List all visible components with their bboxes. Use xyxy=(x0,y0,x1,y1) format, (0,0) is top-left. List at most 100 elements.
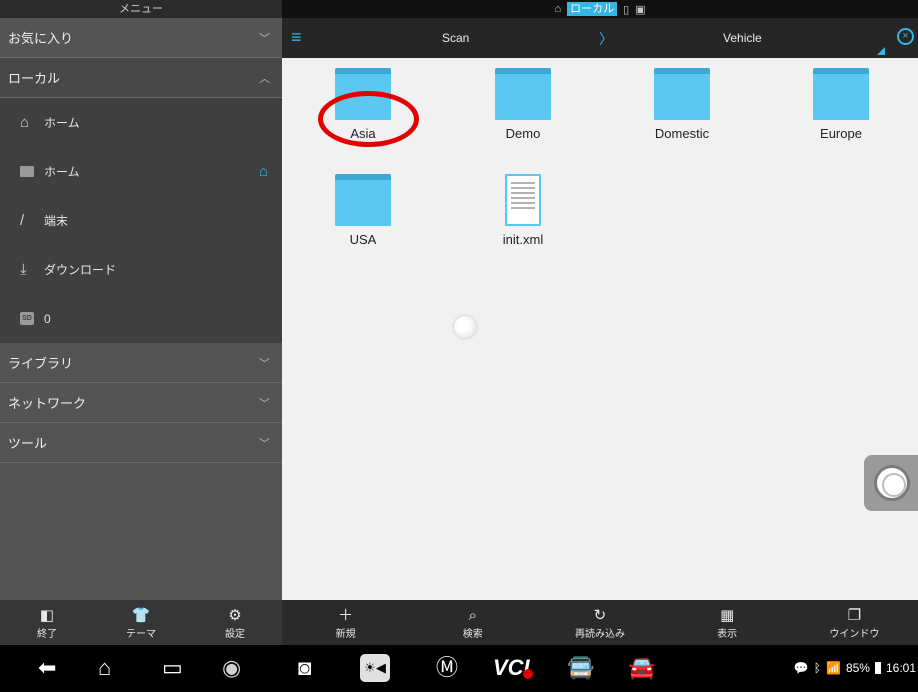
sidebar-item-label: 0 xyxy=(44,311,51,326)
chevron-down-icon: ﹀ xyxy=(259,32,270,45)
home-icon[interactable]: ⌂ xyxy=(98,653,111,683)
local-items: ⌂ ホーム ホーム ⌂ / 端末 ⤓ ダウンロード SD 0 xyxy=(0,98,282,343)
view-button[interactable]: ▦ 表示 xyxy=(697,606,757,640)
close-circle-icon[interactable]: × xyxy=(897,28,914,45)
breadcrumb-scan[interactable]: Scan xyxy=(442,31,469,45)
download-icon: ⤓ xyxy=(20,261,27,278)
new-button[interactable]: ＋ 新規 xyxy=(316,606,376,640)
refresh-icon: ↻ xyxy=(593,606,607,624)
brightness-volume-icon[interactable]: ☀◀ xyxy=(360,654,390,682)
chevron-up-icon: ︿ xyxy=(259,72,270,85)
folder-icon xyxy=(335,174,391,226)
file-name: Europe xyxy=(820,126,862,141)
file-name: init.xml xyxy=(502,232,544,247)
vci-disconnected-icon xyxy=(523,669,533,679)
vehicle-user-icon[interactable]: 🚘 xyxy=(628,653,655,683)
system-nav-bar: ⬅ ⌂ ▭ ◉ ◙ ☀◀ Ⓜ VCI 🚍 🚘 💬 ᛒ 📶 85% 16:01 xyxy=(0,645,918,692)
chevron-down-icon: ﹀ xyxy=(259,397,270,410)
bus-icon[interactable]: 🚍 xyxy=(567,653,594,683)
system-status: 💬 ᛒ 📶 85% 16:01 xyxy=(794,661,916,675)
grid-icon: ▦ xyxy=(720,606,735,624)
recent-apps-icon[interactable]: ▭ xyxy=(162,653,183,683)
chrome-icon[interactable]: ◉ xyxy=(222,653,241,683)
sidebar-item-home[interactable]: ⌂ ホーム xyxy=(0,98,282,147)
sidebar-section-tools[interactable]: ツール ﹀ xyxy=(0,423,282,463)
sidebar-title: メニュー xyxy=(0,0,282,18)
folder-item-demo[interactable]: Demo xyxy=(468,68,578,141)
plus-icon: ＋ xyxy=(338,606,354,624)
file-name: Demo xyxy=(505,126,541,141)
window-button[interactable]: ❐ ウインドウ xyxy=(824,606,884,640)
sidebar-item-sd[interactable]: SD 0 xyxy=(0,294,282,343)
sidebar-item-device[interactable]: / 端末 xyxy=(0,196,282,245)
hamburger-menu-icon[interactable]: ≡ xyxy=(291,27,302,48)
window-icon: ❐ xyxy=(847,606,862,624)
breadcrumb-vehicle[interactable]: Vehicle xyxy=(723,31,762,45)
wifi-icon: 📶 xyxy=(825,661,841,675)
chevron-down-icon: ﹀ xyxy=(259,437,270,450)
local-label: ローカル xyxy=(8,71,61,86)
folder-item-usa[interactable]: USA xyxy=(308,174,418,247)
folder-icon xyxy=(813,68,869,120)
battery-icon xyxy=(874,662,881,674)
reload-button[interactable]: ↻ 再読み込み xyxy=(570,606,630,640)
bluetooth-icon: ᛒ xyxy=(813,661,821,675)
window-small-icon: ▯ xyxy=(623,3,630,16)
m-home-icon[interactable]: Ⓜ xyxy=(436,653,458,683)
sidebar-item-label: ダウンロード xyxy=(44,263,117,277)
document-icon xyxy=(505,174,541,226)
sidebar-item-home-folder[interactable]: ホーム ⌂ xyxy=(0,147,282,196)
folder-item-domestic[interactable]: Domestic xyxy=(627,68,737,141)
home-outline-icon: ⌂ xyxy=(20,114,30,131)
exit-icon: ◧ xyxy=(39,606,55,624)
back-arrow-icon[interactable]: ⬅ xyxy=(38,653,56,683)
camera-icon[interactable]: ◙ xyxy=(298,653,311,683)
chevron-down-icon: ﹀ xyxy=(259,357,270,370)
home-small-icon: ⌂ xyxy=(554,3,562,15)
file-item-init-xml[interactable]: init.xml xyxy=(468,174,578,247)
loading-spinner xyxy=(454,316,476,338)
file-name: USA xyxy=(349,232,377,247)
shirt-icon: 👕 xyxy=(131,606,151,624)
folder-icon xyxy=(495,68,551,120)
sidebar-section-favorites[interactable]: お気に入り ﹀ xyxy=(0,18,282,58)
sidebar-item-label: 端末 xyxy=(44,214,69,228)
theme-button[interactable]: 👕 テーマ xyxy=(111,606,171,640)
file-name: Domestic xyxy=(654,126,710,141)
sidebar-section-local[interactable]: ローカル ︿ xyxy=(0,58,282,98)
slash-icon: / xyxy=(20,212,25,229)
battery-percent: 85% xyxy=(845,661,870,675)
sidebar: メニュー お気に入り ﹀ ローカル ︿ ⌂ ホーム ホーム ⌂ / 端末 ⤓ ダ… xyxy=(0,0,282,645)
main-toolbar: ＋ 新規 ⌕ 検索 ↻ 再読み込み ▦ 表示 ❐ ウインドウ xyxy=(282,600,918,645)
corner-triangle-icon xyxy=(877,47,885,55)
clock: 16:01 xyxy=(885,661,916,675)
network-small-icon: ▣ xyxy=(635,3,646,16)
chat-icon: 💬 xyxy=(793,661,809,675)
favorites-label: お気に入り xyxy=(8,31,74,46)
sidebar-section-network[interactable]: ネットワーク ﹀ xyxy=(0,383,282,423)
sidebar-item-label: ホーム xyxy=(44,165,80,179)
top-status-strip: ⌂ ローカル ▯ ▣ xyxy=(282,0,918,18)
file-grid: Asia Demo Domestic Europe USA init.xml xyxy=(282,58,918,600)
folder-home-icon xyxy=(0,166,34,177)
breadcrumb-separator-icon: 〉 xyxy=(599,31,613,47)
path-bar: ≡ Scan 〉 Vehicle × xyxy=(282,18,918,58)
search-icon: ⌕ xyxy=(468,606,477,624)
folder-item-europe[interactable]: Europe xyxy=(786,68,896,141)
folder-icon xyxy=(654,68,710,120)
exit-button[interactable]: ◧ 終了 xyxy=(17,606,77,640)
home-accent-icon[interactable]: ⌂ xyxy=(259,163,268,180)
search-button[interactable]: ⌕ 検索 xyxy=(443,606,503,640)
assistive-touch-button[interactable] xyxy=(864,455,918,511)
library-label: ライブラリ xyxy=(8,356,74,371)
sidebar-section-library[interactable]: ライブラリ ﹀ xyxy=(0,343,282,383)
status-local-badge: ローカル xyxy=(567,2,618,16)
settings-button[interactable]: ⚙ 設定 xyxy=(205,606,265,640)
gear-icon: ⚙ xyxy=(228,606,242,624)
tools-label: ツール xyxy=(8,436,48,451)
sidebar-toolbar: ◧ 終了 👕 テーマ ⚙ 設定 xyxy=(0,600,282,645)
highlight-circle xyxy=(318,91,419,147)
sidebar-item-label: ホーム xyxy=(44,116,80,130)
sidebar-item-download[interactable]: ⤓ ダウンロード xyxy=(0,245,282,294)
network-label: ネットワーク xyxy=(8,396,87,411)
